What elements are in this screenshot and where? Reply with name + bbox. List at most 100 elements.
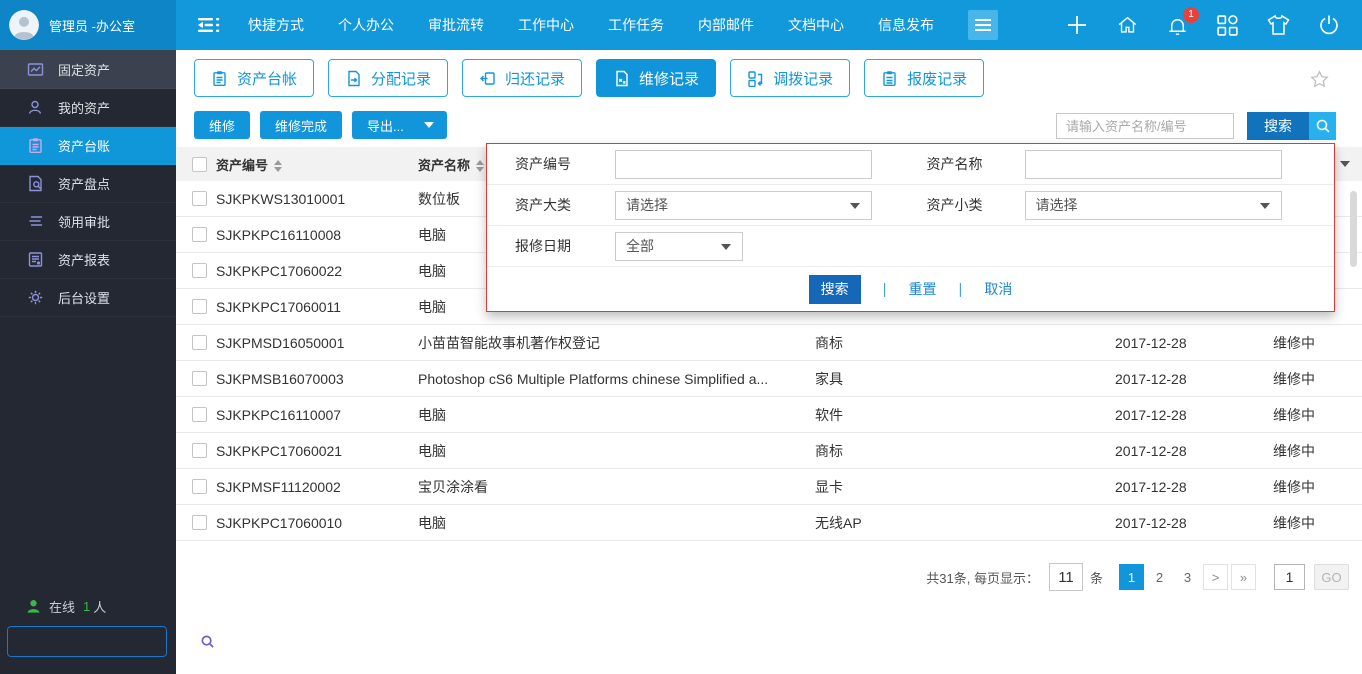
tab-allocation-records[interactable]: 分配记录 — [328, 59, 449, 97]
asset-name: 电脑 — [418, 514, 446, 531]
tab-repair-records[interactable]: 维修记录 — [596, 59, 717, 97]
pagination-summary: 共31条, 每页显示： — [926, 570, 1039, 586]
column-header-code[interactable]: 资产编号 — [216, 155, 418, 174]
row-checkbox[interactable] — [192, 407, 207, 422]
status-badge: 维修中 — [1273, 370, 1315, 387]
filter-search-button[interactable]: 搜索 — [808, 274, 861, 304]
topbar: 管理员 -办公室 快捷方式 个人办公 审批流转 工作中心 工作任务 内部邮件 文… — [0, 0, 1362, 50]
nav-item-work-center[interactable]: 工作中心 — [518, 15, 574, 35]
row-checkbox[interactable] — [192, 479, 207, 494]
last-page-button[interactable]: » — [1231, 564, 1256, 590]
table-row[interactable]: SJKPMSD16050001 小苗苗智能故事机著作权登记 商标 2017-12… — [176, 325, 1362, 361]
menu-collapse-icon[interactable] — [196, 15, 222, 35]
row-checkbox[interactable] — [192, 299, 207, 314]
nav-item-shortcuts[interactable]: 快捷方式 — [248, 15, 304, 35]
tab-asset-ledger[interactable]: 资产台帐 — [194, 59, 315, 97]
sort-icon[interactable] — [274, 160, 283, 173]
user-name: 管理员 -办公室 — [49, 18, 135, 34]
sort-icon[interactable] — [476, 160, 485, 173]
page-button-3[interactable]: 3 — [1175, 564, 1200, 590]
repair-button[interactable]: 维修 — [194, 111, 251, 139]
page-jump-input[interactable] — [1274, 564, 1305, 590]
asset-code: SJKPKPC17060010 — [216, 514, 343, 531]
apps-grid-icon[interactable] — [1216, 14, 1239, 37]
divider: | — [958, 280, 963, 298]
repair-done-button[interactable]: 维修完成 — [260, 111, 343, 139]
table-scrollbar[interactable] — [1350, 191, 1357, 267]
row-checkbox[interactable] — [192, 515, 207, 530]
more-menu-icon[interactable] — [968, 10, 998, 40]
asset-search-input[interactable] — [1056, 113, 1234, 139]
filter-reset-button[interactable]: 重置 — [909, 279, 937, 299]
toolbar: 维修 维修完成 导出... 搜索 — [176, 103, 1362, 147]
select-all-checkbox[interactable] — [192, 156, 207, 172]
sidebar-item-asset-inventory[interactable]: 资产盘点 — [0, 165, 176, 203]
favorite-star-icon[interactable] — [1310, 70, 1329, 89]
sidebar-item-requisition-approval[interactable]: 领用审批 — [0, 203, 176, 241]
table-row[interactable]: SJKPKPC16110007 电脑 软件 2017-12-28 维修中 — [176, 397, 1362, 433]
search-icon[interactable] — [200, 634, 215, 649]
page-button-2[interactable]: 2 — [1147, 564, 1172, 590]
tab-label: 维修记录 — [639, 70, 700, 88]
nav-item-approval-flow[interactable]: 审批流转 — [428, 15, 484, 35]
power-icon[interactable] — [1318, 14, 1340, 36]
sidebar-item-label: 领用审批 — [58, 215, 111, 230]
asset-category: 商标 — [815, 442, 843, 459]
next-page-button[interactable]: > — [1203, 564, 1228, 590]
row-checkbox[interactable] — [192, 335, 207, 350]
minor-category-select[interactable]: 请选择 — [1024, 190, 1282, 220]
table-row[interactable]: SJKPMSF11120002 宝贝涂涂看 显卡 2017-12-28 维修中 — [176, 469, 1362, 505]
page-button-1[interactable]: 1 — [1119, 564, 1144, 590]
sidebar-item-backend-settings[interactable]: 后台设置 — [0, 279, 176, 317]
search-icon[interactable] — [1309, 112, 1336, 140]
user-block[interactable]: 管理员 -办公室 — [0, 0, 176, 50]
tab-scrap-records[interactable]: 报废记录 — [864, 59, 985, 97]
nav-item-work-tasks[interactable]: 工作任务 — [608, 15, 664, 35]
filter-name-input[interactable] — [1024, 149, 1282, 179]
sidebar-item-asset-ledger[interactable]: 资产台账 — [0, 127, 176, 165]
repair-date: 2017-12-28 — [1115, 478, 1187, 495]
home-icon[interactable] — [1116, 14, 1139, 36]
row-checkbox[interactable] — [192, 443, 207, 458]
filter-row-2: 资产大类 请选择 资产小类 请选择 — [487, 185, 1334, 226]
go-button[interactable]: GO — [1314, 564, 1349, 590]
export-button[interactable]: 导出... — [352, 111, 447, 139]
column-options-icon[interactable] — [1340, 161, 1350, 167]
nav-item-personal-office[interactable]: 个人办公 — [338, 15, 394, 35]
asset-category: 无线AP — [815, 514, 862, 531]
filter-label-major-category: 资产大类 — [515, 197, 571, 213]
filter-cancel-button[interactable]: 取消 — [984, 279, 1012, 299]
sidebar-search-input[interactable] — [8, 627, 200, 656]
theme-shirt-icon[interactable] — [1266, 14, 1291, 36]
nav-item-document-center[interactable]: 文档中心 — [788, 15, 844, 35]
table-row[interactable]: SJKPKPC17060021 电脑 商标 2017-12-28 维修中 — [176, 433, 1362, 469]
notification-bell-icon[interactable]: 1 — [1166, 6, 1199, 37]
sidebar-item-asset-reports[interactable]: 资产报表 — [0, 241, 176, 279]
asset-category: 软件 — [815, 406, 843, 423]
sidebar-item-label: 我的资产 — [58, 101, 111, 116]
filter-code-input[interactable] — [615, 149, 872, 179]
add-icon[interactable] — [1065, 13, 1089, 37]
table-row[interactable]: SJKPMSB16070003 Photoshop cS6 Multiple P… — [176, 361, 1362, 397]
sidebar-item-fixed-assets[interactable]: 固定资产 — [0, 50, 176, 89]
repair-date-select[interactable]: 全部 — [615, 231, 743, 261]
online-person-icon — [27, 600, 40, 613]
chevron-down-icon — [423, 122, 434, 128]
major-category-select[interactable]: 请选择 — [615, 190, 872, 220]
avatar — [9, 10, 39, 40]
layers-icon — [27, 213, 44, 230]
sidebar-item-my-assets[interactable]: 我的资产 — [0, 89, 176, 127]
nav-item-info-publish[interactable]: 信息发布 — [878, 15, 934, 35]
page-size-box[interactable]: 11 — [1048, 563, 1083, 591]
row-checkbox[interactable] — [192, 263, 207, 278]
row-checkbox[interactable] — [192, 227, 207, 242]
row-checkbox[interactable] — [192, 191, 207, 206]
online-status: 在线 1 人 — [26, 597, 106, 616]
tab-transfer-records[interactable]: 调拨记录 — [730, 59, 851, 97]
tab-return-records[interactable]: 归还记录 — [462, 59, 583, 97]
row-checkbox[interactable] — [192, 371, 207, 386]
record-tabs: 资产台帐 分配记录 归还记录 维修记录 调拨记录 报废记录 — [176, 50, 1362, 103]
nav-item-internal-mail[interactable]: 内部邮件 — [698, 15, 754, 35]
table-row[interactable]: SJKPKPC17060010 电脑 无线AP 2017-12-28 维修中 — [176, 505, 1362, 541]
search-button[interactable]: 搜索 — [1247, 112, 1309, 140]
